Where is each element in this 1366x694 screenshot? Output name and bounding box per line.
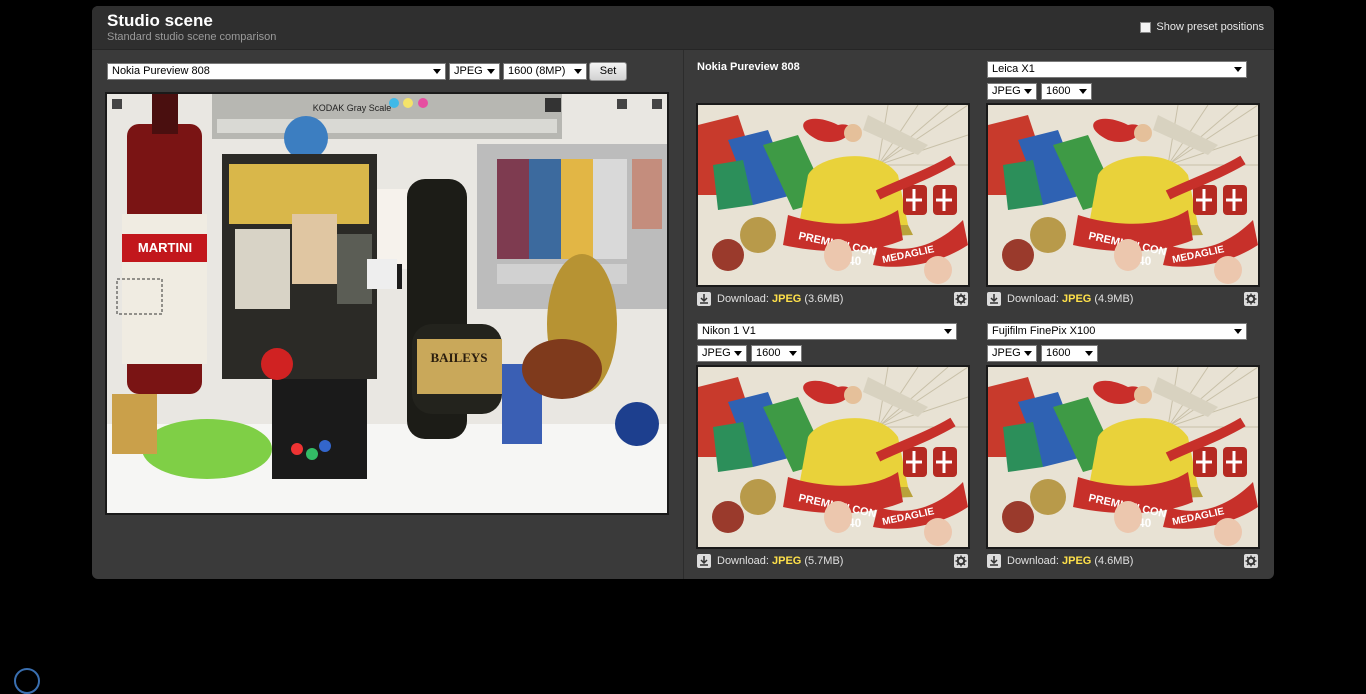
download-icon[interactable] — [987, 292, 1001, 306]
download-icon[interactable] — [697, 554, 711, 568]
chevron-down-icon — [1085, 351, 1093, 356]
gear-icon[interactable] — [954, 554, 968, 568]
comparison-1-camera-label: Nokia Pureview 808 — [697, 61, 800, 73]
comparison-3-format-select[interactable]: JPEG — [697, 345, 747, 362]
chevron-down-icon — [1024, 351, 1032, 356]
crop-illustration: PREMIATI CON MEDAGLIE 40 — [988, 367, 1258, 547]
widget-header: Studio scene Standard studio scene compa… — [92, 6, 1274, 50]
baileys-label: BAILEYS — [430, 350, 487, 365]
download-label: Download: — [717, 555, 769, 567]
comparison-2-iso-select[interactable]: 1600 — [1041, 83, 1092, 100]
chevron-down-icon — [433, 69, 441, 74]
download-icon[interactable] — [697, 292, 711, 306]
martini-label: MARTINI — [138, 240, 192, 255]
comparison-2-iso-value: 1600 — [1046, 85, 1071, 97]
chevron-down-icon — [1079, 89, 1087, 94]
comparison-3-camera-value: Nikon 1 V1 — [702, 325, 756, 337]
comparison-2-download[interactable]: Download: JPEG (4.9MB) — [987, 291, 1133, 307]
studio-scene-widget: Studio scene Standard studio scene compa… — [92, 6, 1274, 579]
comparison-4-iso-select[interactable]: 1600 — [1041, 345, 1098, 362]
comparison-3-download[interactable]: Download: JPEG (5.7MB) — [697, 553, 843, 569]
download-icon[interactable] — [987, 554, 1001, 568]
comparison-4-crop-image[interactable]: PREMIATI CON MEDAGLIE 40 — [986, 365, 1260, 549]
download-size: (3.6MB) — [804, 293, 844, 305]
download-label: Download: — [1007, 293, 1059, 305]
comparison-3-crop-image[interactable]: PREMIATI CON MEDAGLIE 40 — [696, 365, 970, 549]
comparison-2-camera-value: Leica X1 — [992, 63, 1035, 75]
comparison-4-iso-value: 1600 — [1046, 347, 1071, 359]
main-camera-select[interactable]: Nokia Pureview 808 — [107, 63, 446, 80]
comparison-3-camera-select[interactable]: Nikon 1 V1 — [697, 323, 957, 340]
crop-illustration: PREMIATI CON MEDAGLIE 40 — [988, 105, 1258, 285]
main-iso-select[interactable]: 1600 (8MP) — [503, 63, 587, 80]
show-preset-toggle[interactable]: Show preset positions — [1140, 21, 1264, 33]
gray-scale-label: KODAK Gray Scale — [313, 103, 392, 113]
page-subtitle: Standard studio scene comparison — [107, 31, 277, 43]
page-title: Studio scene — [107, 11, 213, 30]
download-size: (5.7MB) — [804, 555, 844, 567]
comparison-4-camera-select[interactable]: Fujifilm FinePix X100 — [987, 323, 1247, 340]
comparison-2-format-value: JPEG — [992, 85, 1021, 97]
main-format-value: JPEG — [454, 65, 483, 77]
comparison-4-camera-value: Fujifilm FinePix X100 — [992, 325, 1096, 337]
download-label: Download: — [717, 293, 769, 305]
download-size: (4.9MB) — [1094, 293, 1134, 305]
chevron-down-icon — [734, 351, 742, 356]
download-format-link[interactable]: JPEG — [772, 293, 801, 305]
chevron-down-icon — [1024, 89, 1032, 94]
download-format-link[interactable]: JPEG — [1062, 555, 1091, 567]
crop-illustration: PREMIATI CON MEDAGLIE 40 — [698, 367, 968, 547]
gear-icon[interactable] — [954, 292, 968, 306]
site-logo-icon — [14, 668, 40, 694]
comparison-4-format-value: JPEG — [992, 347, 1021, 359]
comparison-1-crop-image[interactable]: PREMIATI CON MEDAGLIE 40 — [696, 103, 970, 287]
show-preset-checkbox[interactable] — [1140, 21, 1152, 33]
set-button[interactable]: Set — [589, 62, 627, 81]
comparison-2-camera-select[interactable]: Leica X1 — [987, 61, 1247, 78]
comparison-2-crop-image[interactable]: PREMIATI CON MEDAGLIE 40 — [986, 103, 1260, 287]
comparison-4-format-select[interactable]: JPEG — [987, 345, 1037, 362]
chevron-down-icon — [574, 69, 582, 74]
comparison-1-download[interactable]: Download: JPEG (3.6MB) — [697, 291, 843, 307]
comparison-3-iso-select[interactable]: 1600 — [751, 345, 802, 362]
chevron-down-icon — [487, 69, 495, 74]
chevron-down-icon — [789, 351, 797, 356]
comparison-3-iso-value: 1600 — [756, 347, 781, 359]
download-size: (4.6MB) — [1094, 555, 1134, 567]
panel-divider — [683, 50, 684, 579]
download-format-link[interactable]: JPEG — [772, 555, 801, 567]
comparison-2-format-select[interactable]: JPEG — [987, 83, 1037, 100]
download-format-link[interactable]: JPEG — [1062, 293, 1091, 305]
chevron-down-icon — [944, 329, 952, 334]
comparison-3-format-value: JPEG — [702, 347, 731, 359]
crop-illustration: PREMIATI CON MEDAGLIE 40 — [698, 105, 968, 285]
chevron-down-icon — [1234, 67, 1242, 72]
studio-scene-image[interactable]: KODAK Gray Scale MARTINI BAILEYS — [105, 92, 669, 515]
comparison-4-download[interactable]: Download: JPEG (4.6MB) — [987, 553, 1133, 569]
chevron-down-icon — [1234, 329, 1242, 334]
show-preset-label: Show preset positions — [1156, 21, 1264, 33]
main-format-select[interactable]: JPEG — [449, 63, 500, 80]
download-label: Download: — [1007, 555, 1059, 567]
main-camera-value: Nokia Pureview 808 — [112, 65, 210, 77]
main-iso-value: 1600 (8MP) — [508, 65, 566, 77]
studio-scene-illustration: KODAK Gray Scale MARTINI BAILEYS — [107, 94, 667, 513]
gear-icon[interactable] — [1244, 292, 1258, 306]
gear-icon[interactable] — [1244, 554, 1258, 568]
